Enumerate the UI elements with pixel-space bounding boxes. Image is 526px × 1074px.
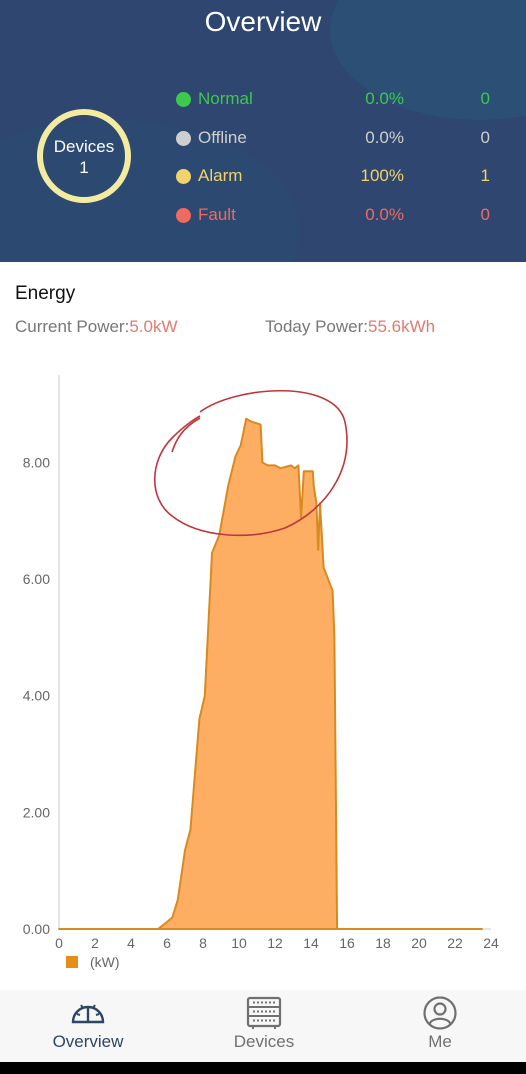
status-count: 1 [480, 166, 490, 185]
devices-ring[interactable]: Devices 1 [37, 109, 131, 203]
current-power-label: Current Power: [15, 317, 130, 336]
status-dot-icon [176, 169, 191, 184]
status-label: Offline [198, 128, 247, 147]
status-count: 0 [480, 205, 490, 224]
x-tick-label: 20 [411, 935, 427, 951]
x-tick-label: 2 [91, 935, 99, 951]
status-row-fault[interactable]: Fault 0.0% 0 [176, 204, 496, 228]
y-tick-label: 6.00 [23, 571, 50, 587]
page-title: Overview [204, 6, 322, 37]
status-row-normal[interactable]: Normal 0.0% 0 [176, 88, 496, 112]
y-tick-label: 2.00 [23, 804, 50, 820]
status-label: Alarm [198, 166, 243, 185]
x-tick-label: 8 [199, 935, 207, 951]
status-percent: 0.0% [365, 89, 404, 108]
current-power-value: 5.0kW [129, 317, 178, 336]
y-tick-label: 4.00 [23, 688, 50, 704]
status-dot-icon [176, 131, 191, 146]
user-avatar-icon [423, 996, 457, 1030]
tab-me-label: Me [428, 1032, 452, 1051]
x-tick-label: 18 [375, 935, 391, 951]
status-row-offline[interactable]: Offline 0.0% 0 [176, 127, 496, 151]
dashboard-gauge-icon [71, 1004, 105, 1024]
x-tick-label: 24 [483, 935, 499, 951]
system-nav-bar [0, 1062, 526, 1074]
x-tick-label: 0 [55, 935, 63, 951]
status-count: 0 [480, 89, 490, 108]
energy-chart[interactable]: 0.002.004.006.008.00 0 2 4 6 8 10 12 14 16 18 20 22… [0, 360, 526, 980]
y-tick-label: 0.00 [23, 921, 50, 937]
x-tick-label: 10 [231, 935, 247, 951]
status-dot-icon [176, 208, 191, 223]
devices-ring-count: 1 [79, 158, 89, 177]
tab-devices-label: Devices [233, 1032, 295, 1051]
status-label: Fault [198, 205, 236, 224]
status-label: Normal [198, 89, 253, 108]
legend-swatch [66, 956, 78, 968]
tab-me[interactable]: Me [380, 990, 500, 1062]
devices-ring-label: Devices [53, 137, 115, 156]
overview-header: Overview Devices 1 Normal 0.0% 0 Offline… [0, 0, 526, 262]
x-tick-label: 6 [163, 935, 171, 951]
server-rack-icon [246, 996, 282, 1029]
status-percent: 0.0% [365, 128, 404, 147]
today-power: Today Power:55.6kWh [265, 317, 435, 337]
status-row-alarm[interactable]: Alarm 100% 1 [176, 165, 496, 189]
x-tick-label: 22 [447, 935, 463, 951]
status-count: 0 [480, 128, 490, 147]
power-area-series [58, 417, 483, 930]
y-tick-label: 8.00 [23, 454, 50, 470]
tab-devices[interactable]: Devices [204, 990, 324, 1062]
legend-label: (kW) [90, 954, 120, 970]
x-tick-label: 14 [303, 935, 319, 951]
tab-overview[interactable]: Overview [28, 990, 148, 1062]
today-power-value: 55.6kWh [368, 317, 436, 336]
status-dot-icon [176, 92, 191, 107]
x-tick-label: 16 [339, 935, 355, 951]
x-tick-label: 12 [267, 935, 283, 951]
status-percent: 0.0% [365, 205, 404, 224]
bottom-tab-bar: Overview Devices Me [0, 990, 526, 1062]
x-tick-label: 4 [127, 935, 135, 951]
current-power: Current Power:5.0kW [15, 317, 178, 337]
today-power-label: Today Power: [265, 317, 368, 336]
energy-title: Energy [15, 283, 76, 304]
status-percent: 100% [360, 166, 404, 185]
tab-overview-label: Overview [52, 1032, 124, 1051]
